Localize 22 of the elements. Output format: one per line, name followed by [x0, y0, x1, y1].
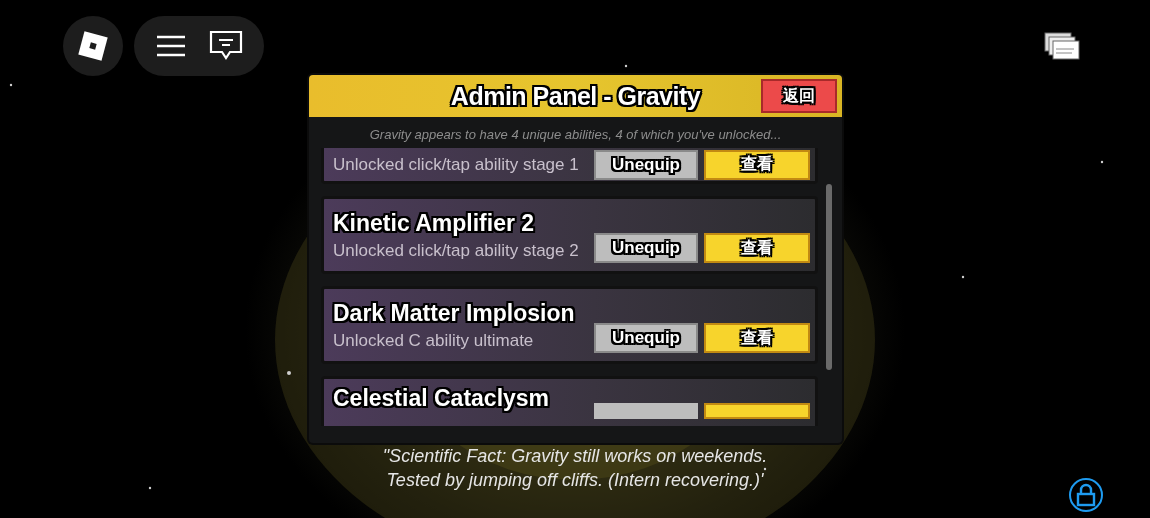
view-button[interactable]: 查看: [704, 323, 810, 353]
unequip-button[interactable]: Unequip: [594, 323, 698, 353]
lock-icon[interactable]: [1068, 477, 1104, 513]
menu-icon[interactable]: [155, 34, 186, 58]
ability-name: Dark Matter Implosion: [333, 299, 576, 327]
scrollbar-thumb[interactable]: [826, 184, 832, 370]
view-button[interactable]: 查看: [704, 233, 810, 263]
ability-description: Unlocked click/tap ability stage 2: [333, 240, 580, 261]
chat-icon[interactable]: [208, 30, 243, 62]
unequip-button[interactable]: Unequip: [594, 149, 698, 180]
view-button[interactable]: 查看: [704, 149, 810, 180]
panel-title: Admin Panel - Gravity: [450, 81, 701, 111]
quote-text: Tested by jumping off cliffs. (Intern recovering.)': [386, 469, 764, 492]
quote-text: "Scientific Fact: Gravity still works on weekends.: [382, 445, 768, 468]
panel-subtitle: Gravity appears to have 4 unique abilities, 4 of which you've unlocked...: [368, 126, 783, 144]
ability-name: Kinetic Amplifier 2: [333, 209, 536, 237]
unequip-button[interactable]: Unequip: [594, 233, 698, 263]
ability-description: Unlocked click/tap ability stage 1: [333, 154, 580, 175]
ability-name: Celestial Cataclysm: [333, 385, 551, 412]
back-button[interactable]: 返回: [761, 79, 837, 113]
ability-description: Unlocked C ability ultimate: [333, 330, 535, 351]
windows-icon[interactable]: [1044, 32, 1080, 60]
